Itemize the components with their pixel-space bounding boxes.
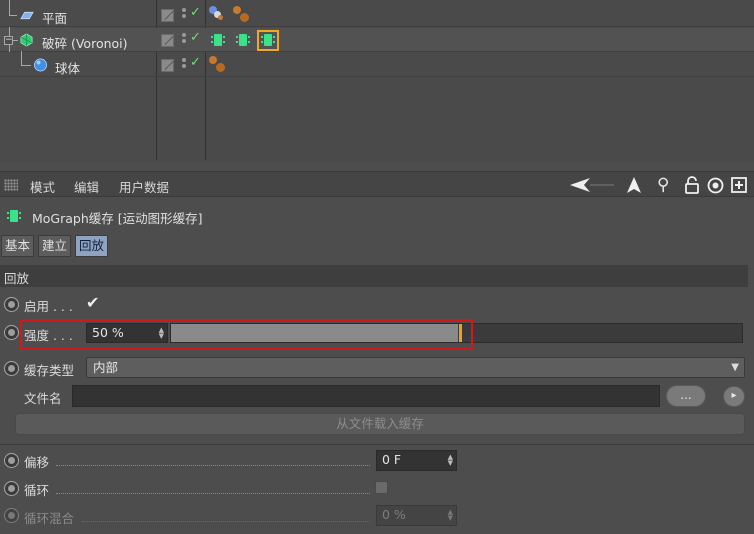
layer-toggle[interactable] bbox=[161, 34, 174, 47]
plane-icon bbox=[20, 11, 34, 20]
browse-button[interactable]: ... bbox=[666, 385, 706, 407]
object-row-voronoi[interactable]: − 破碎 (Voronoi) ✓ bbox=[0, 27, 754, 52]
spinner-arrows-icon: ▲ ▼ bbox=[447, 508, 453, 522]
section-title: 回放 bbox=[4, 271, 30, 286]
tree-line bbox=[21, 51, 22, 65]
spinner-arrows-icon[interactable]: ▲ ▼ bbox=[448, 454, 453, 467]
enabled-check-icon[interactable]: ✓ bbox=[190, 5, 201, 20]
sphere-icon bbox=[34, 58, 47, 72]
mograph-cache-tag-icon[interactable] bbox=[236, 32, 250, 48]
object-name: 平面 bbox=[42, 11, 68, 26]
strength-highlight-box bbox=[20, 319, 473, 350]
selected-mograph-cache-tag[interactable] bbox=[257, 30, 279, 51]
enabled-check-icon[interactable]: ✓ bbox=[190, 30, 201, 45]
attribute-toolbar: 模式 编辑 用户数据 ⚲ bbox=[0, 171, 754, 197]
object-manager: 平面 ✓ − 破碎 (Voronoi) ✓ 球体 ✓ bbox=[0, 0, 754, 162]
enabled-check-icon[interactable]: ✓ bbox=[190, 55, 201, 70]
attribute-title-bar: MoGraph缓存 [运动图形缓存] bbox=[0, 205, 754, 229]
loop-checkbox[interactable] bbox=[375, 481, 388, 494]
mograph-cache-tag-icon bbox=[7, 208, 21, 224]
loop-label: 循环 bbox=[24, 483, 50, 498]
tree-line bbox=[13, 40, 18, 41]
visibility-dots[interactable] bbox=[182, 33, 187, 47]
visibility-dots[interactable] bbox=[182, 58, 187, 72]
material-tag-icon[interactable] bbox=[233, 6, 255, 26]
new-panel-icon[interactable] bbox=[731, 177, 747, 193]
layer-toggle[interactable] bbox=[161, 9, 174, 22]
enable-checkbox[interactable]: ✔ bbox=[86, 293, 99, 312]
object-name: 破碎 (Voronoi) bbox=[42, 36, 128, 51]
tab-playback[interactable]: 回放 bbox=[75, 235, 109, 257]
back-arrow-icon[interactable] bbox=[570, 177, 616, 193]
material-tag-icon[interactable] bbox=[209, 6, 231, 26]
animate-enable-radio-icon[interactable] bbox=[4, 297, 19, 312]
tab-build[interactable]: 建立 bbox=[38, 235, 72, 257]
animate-strength-radio-icon[interactable] bbox=[4, 325, 19, 340]
load-cache-from-file-button[interactable]: 从文件载入缓存 bbox=[15, 413, 745, 435]
material-tag-icon[interactable] bbox=[209, 56, 231, 76]
visibility-dots[interactable] bbox=[182, 8, 187, 22]
menu-user-data[interactable]: 用户数据 bbox=[119, 177, 169, 196]
voronoi-fracture-icon bbox=[20, 33, 33, 47]
tree-line bbox=[9, 0, 10, 15]
lock-icon[interactable] bbox=[684, 176, 700, 194]
cache-type-value: 内部 bbox=[93, 360, 119, 375]
tree-line bbox=[9, 15, 17, 16]
filename-label: 文件名 bbox=[24, 391, 62, 406]
animate-offset-radio-icon[interactable] bbox=[4, 453, 19, 468]
offset-label: 偏移 bbox=[24, 455, 50, 470]
animate-loop-radio-icon[interactable] bbox=[4, 481, 19, 496]
offset-input[interactable]: 0 F ▲ ▼ bbox=[376, 450, 457, 471]
filename-input[interactable] bbox=[72, 385, 660, 407]
layer-toggle[interactable] bbox=[161, 59, 174, 72]
play-arrow-icon[interactable]: ▸ bbox=[723, 386, 745, 407]
dotted-leader bbox=[56, 492, 370, 494]
search-icon[interactable]: ⚲ bbox=[657, 175, 669, 195]
offset-value: 0 F bbox=[382, 452, 402, 467]
attribute-title: MoGraph缓存 [运动图形缓存] bbox=[32, 211, 203, 226]
object-row-sphere[interactable]: 球体 ✓ bbox=[0, 51, 754, 77]
target-icon[interactable] bbox=[707, 177, 724, 194]
chevron-down-icon: ▼ bbox=[731, 362, 739, 373]
menu-edit[interactable]: 编辑 bbox=[74, 177, 99, 196]
dotted-leader bbox=[82, 520, 370, 522]
loop-blend-label: 循环混合 bbox=[24, 511, 75, 526]
animate-cache-type-radio-icon[interactable] bbox=[4, 361, 19, 376]
menu-mode[interactable]: 模式 bbox=[30, 177, 55, 196]
divider bbox=[0, 444, 754, 445]
tree-line bbox=[21, 65, 31, 66]
enable-label: 启用 . . . bbox=[24, 299, 73, 314]
mograph-cache-tag-icon[interactable] bbox=[211, 32, 225, 48]
object-name: 球体 bbox=[55, 61, 81, 76]
cache-type-label: 缓存类型 bbox=[24, 363, 75, 378]
collapse-toggle-icon[interactable]: − bbox=[4, 36, 13, 45]
loop-blend-value: 0 % bbox=[382, 507, 406, 522]
animate-loop-blend-radio-icon bbox=[4, 508, 19, 523]
cursor-arrow-icon[interactable] bbox=[626, 176, 642, 194]
object-row-plane[interactable]: 平面 ✓ bbox=[0, 0, 754, 27]
dotted-leader bbox=[56, 464, 370, 466]
panel-grip-icon[interactable] bbox=[4, 179, 18, 191]
cache-type-select[interactable]: 内部 ▼ bbox=[86, 357, 745, 378]
section-header: 回放 bbox=[0, 265, 748, 287]
tab-basic[interactable]: 基本 bbox=[1, 235, 35, 257]
loop-blend-input: 0 % ▲ ▼ bbox=[376, 505, 457, 526]
